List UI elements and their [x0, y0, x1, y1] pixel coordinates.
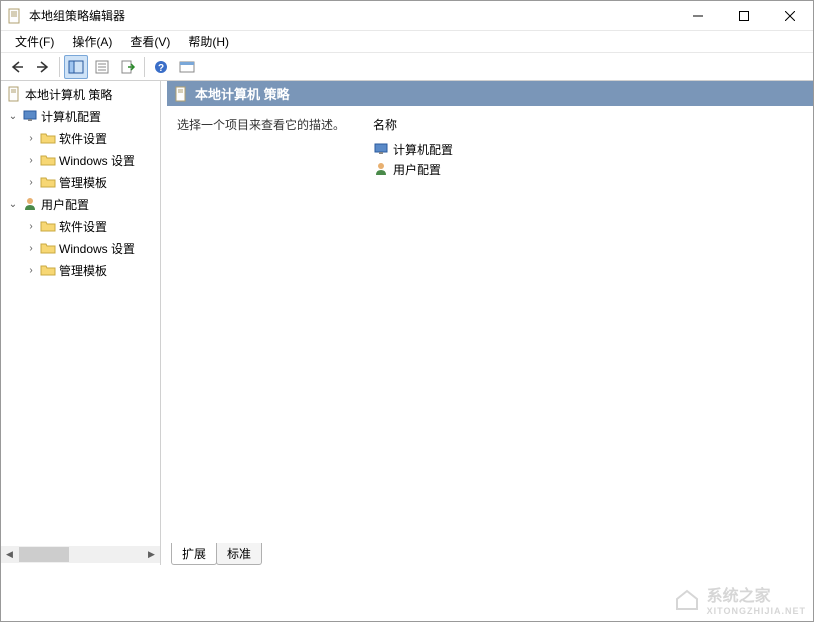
tree-label: 本地计算机 策略	[25, 86, 112, 103]
minimize-button[interactable]	[675, 1, 721, 31]
tab-standard[interactable]: 标准	[216, 543, 262, 565]
back-button[interactable]	[5, 55, 29, 79]
help-button[interactable]: ?	[149, 55, 173, 79]
folder-icon	[40, 152, 56, 168]
folder-icon	[40, 174, 56, 190]
tree-admin-templates[interactable]: › 管理模板	[1, 259, 160, 281]
tree-windows-settings[interactable]: › Windows 设置	[1, 149, 160, 171]
tree-label: 计算机配置	[41, 108, 101, 125]
content-pane: 本地计算机 策略 选择一个项目来查看它的描述。 名称 计算机配置 用户配	[167, 81, 813, 565]
description-column: 选择一个项目来查看它的描述。	[167, 106, 367, 543]
menu-view[interactable]: 查看(V)	[122, 31, 178, 52]
tree-label: 管理模板	[59, 174, 107, 191]
toolbar-separator	[144, 57, 145, 77]
tree-admin-templates[interactable]: › 管理模板	[1, 171, 160, 193]
menu-help[interactable]: 帮助(H)	[180, 31, 237, 52]
tree-label: 管理模板	[59, 262, 107, 279]
tab-extended[interactable]: 扩展	[171, 543, 217, 565]
tree-software-settings[interactable]: › 软件设置	[1, 127, 160, 149]
forward-button[interactable]	[31, 55, 55, 79]
window-title: 本地组策略编辑器	[29, 7, 675, 24]
titlebar: 本地组策略编辑器	[1, 1, 813, 31]
tree-pane: 本地计算机 策略 ⌄ 计算机配置 › 软件设置 › Windows 设置 › 管…	[1, 81, 161, 565]
menu-file[interactable]: 文件(F)	[7, 31, 62, 52]
expand-icon[interactable]: ›	[25, 177, 37, 188]
scroll-left-arrow[interactable]: ◀	[1, 546, 18, 563]
expand-icon[interactable]: ›	[25, 221, 37, 232]
watermark-text: 系统之家	[707, 588, 771, 605]
export-button[interactable]	[116, 55, 140, 79]
tree-horizontal-scrollbar[interactable]: ◀ ▶	[1, 546, 160, 563]
folder-icon	[40, 218, 56, 234]
list-item-label: 用户配置	[393, 161, 441, 178]
menubar: 文件(F) 操作(A) 查看(V) 帮助(H)	[1, 31, 813, 53]
svg-text:?: ?	[158, 63, 164, 74]
expand-icon[interactable]: ›	[25, 133, 37, 144]
scroll-right-arrow[interactable]: ▶	[143, 546, 160, 563]
computer-icon	[373, 141, 389, 157]
menu-action[interactable]: 操作(A)	[64, 31, 120, 52]
document-icon	[173, 86, 189, 102]
folder-icon	[40, 130, 56, 146]
expand-icon[interactable]: ›	[25, 265, 37, 276]
user-icon	[373, 161, 389, 177]
collapse-icon[interactable]: ⌄	[7, 199, 19, 210]
content-body: 选择一个项目来查看它的描述。 名称 计算机配置 用户配置	[167, 106, 813, 543]
user-icon	[22, 196, 38, 212]
content-title: 本地计算机 策略	[195, 84, 290, 103]
tree-label: Windows 设置	[59, 152, 135, 169]
column-header-name[interactable]: 名称	[373, 116, 807, 139]
scroll-thumb[interactable]	[19, 547, 69, 562]
main-area: 本地计算机 策略 ⌄ 计算机配置 › 软件设置 › Windows 设置 › 管…	[1, 81, 813, 565]
list-item-label: 计算机配置	[393, 141, 453, 158]
app-icon	[7, 8, 23, 24]
tree-label: 软件设置	[59, 130, 107, 147]
view-tabs: 扩展 标准	[167, 543, 813, 565]
tree-windows-settings[interactable]: › Windows 设置	[1, 237, 160, 259]
window-controls	[675, 1, 813, 31]
tree-computer-config[interactable]: ⌄ 计算机配置	[1, 105, 160, 127]
folder-icon	[40, 240, 56, 256]
toolbar-separator	[59, 57, 60, 77]
list-item-computer-config[interactable]: 计算机配置	[373, 139, 807, 159]
tree-label: 用户配置	[41, 196, 89, 213]
tree-label: 软件设置	[59, 218, 107, 235]
close-button[interactable]	[767, 1, 813, 31]
maximize-button[interactable]	[721, 1, 767, 31]
filter-button[interactable]	[175, 55, 199, 79]
list-item-user-config[interactable]: 用户配置	[373, 159, 807, 179]
toolbar: ?	[1, 53, 813, 81]
show-tree-button[interactable]	[64, 55, 88, 79]
expand-icon[interactable]: ›	[25, 243, 37, 254]
tree-software-settings[interactable]: › 软件设置	[1, 215, 160, 237]
properties-button[interactable]	[90, 55, 114, 79]
tree-user-config[interactable]: ⌄ 用户配置	[1, 193, 160, 215]
content-header: 本地计算机 策略	[167, 81, 813, 106]
watermark-sub: XITONGZHIJIA.NET	[707, 606, 806, 616]
watermark: 系统之家 XITONGZHIJIA.NET	[673, 582, 806, 616]
computer-icon	[22, 108, 38, 124]
description-text: 选择一个项目来查看它的描述。	[177, 116, 357, 133]
expand-icon[interactable]: ›	[25, 155, 37, 166]
collapse-icon[interactable]: ⌄	[7, 111, 19, 122]
tree-root[interactable]: 本地计算机 策略	[1, 83, 160, 105]
tree[interactable]: 本地计算机 策略 ⌄ 计算机配置 › 软件设置 › Windows 设置 › 管…	[1, 83, 160, 546]
tree-label: Windows 设置	[59, 240, 135, 257]
folder-icon	[40, 262, 56, 278]
list-column: 名称 计算机配置 用户配置	[367, 106, 813, 543]
document-icon	[6, 86, 22, 102]
